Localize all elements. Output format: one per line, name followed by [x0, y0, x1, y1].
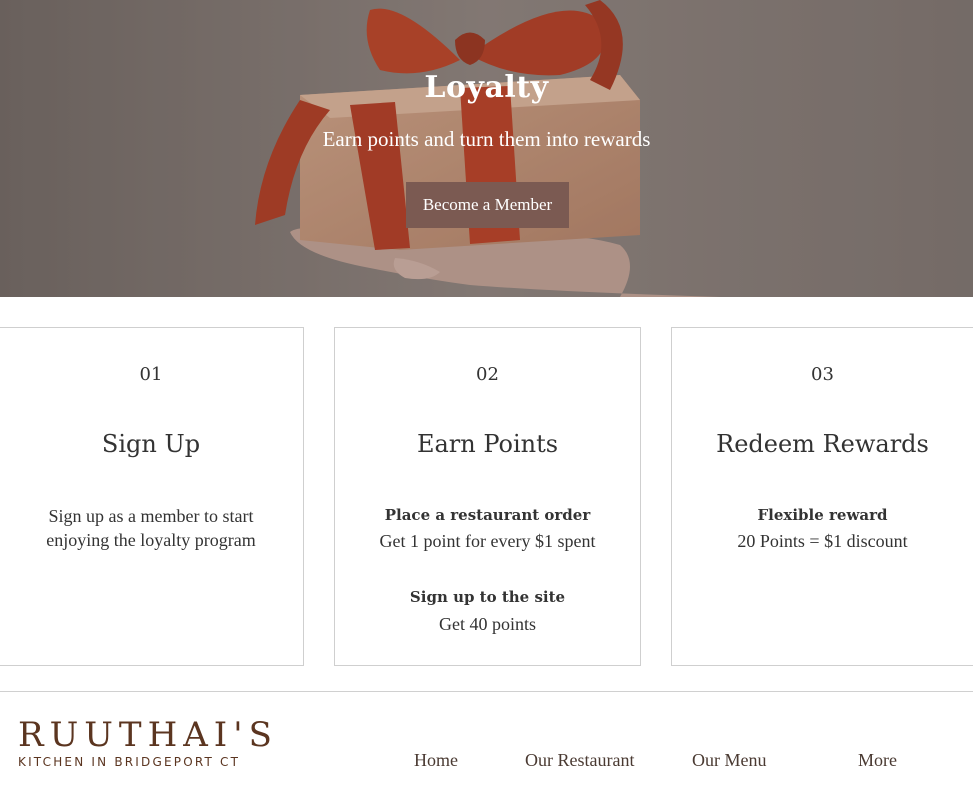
footer-divider	[0, 691, 973, 692]
step-item-text: Get 40 points	[439, 614, 536, 634]
step-card-earn-points: 02 Earn Points Place a restaurant order …	[334, 327, 641, 666]
step-item-heading: Flexible reward	[757, 506, 888, 524]
step-title: Sign Up	[101, 430, 201, 458]
step-number: 03	[811, 364, 834, 385]
step-number: 02	[476, 364, 499, 385]
hero-title: Loyalty	[424, 70, 549, 105]
step-card-sign-up: 01 Sign Up Sign up as a member to start …	[0, 327, 304, 666]
step-text-line: enjoying the loyalty program	[46, 530, 256, 550]
step-title: Earn Points	[416, 430, 559, 458]
step-number: 01	[139, 364, 163, 385]
hero-subtitle: Earn points and turn them into rewards	[322, 127, 651, 151]
site-logo[interactable]: RUUTHAI'S	[18, 718, 278, 752]
step-item-text: Get 1 point for every $1 spent	[379, 531, 596, 551]
nav-item-our-restaurant[interactable]: Our Restaurant	[525, 750, 634, 771]
step-item-heading: Sign up to the site	[409, 588, 566, 606]
step-text-line: Sign up as a member to start	[48, 506, 254, 526]
step-item-text: 20 Points = $1 discount	[737, 531, 908, 551]
site-logo-tagline: KITCHEN IN BRIDGEPORT CT	[18, 755, 241, 769]
step-item-heading: Place a restaurant order	[384, 506, 591, 524]
hero-banner: Loyalty Earn points and turn them into r…	[0, 0, 973, 297]
step-title: Redeem Rewards	[716, 430, 929, 458]
become-member-button[interactable]: Become a Member	[406, 182, 569, 228]
step-card-redeem-rewards: 03 Redeem Rewards Flexible reward 20 Poi…	[671, 327, 973, 666]
nav-item-more[interactable]: More	[858, 750, 897, 771]
nav-item-home[interactable]: Home	[414, 750, 458, 771]
nav-item-our-menu[interactable]: Our Menu	[692, 750, 767, 771]
